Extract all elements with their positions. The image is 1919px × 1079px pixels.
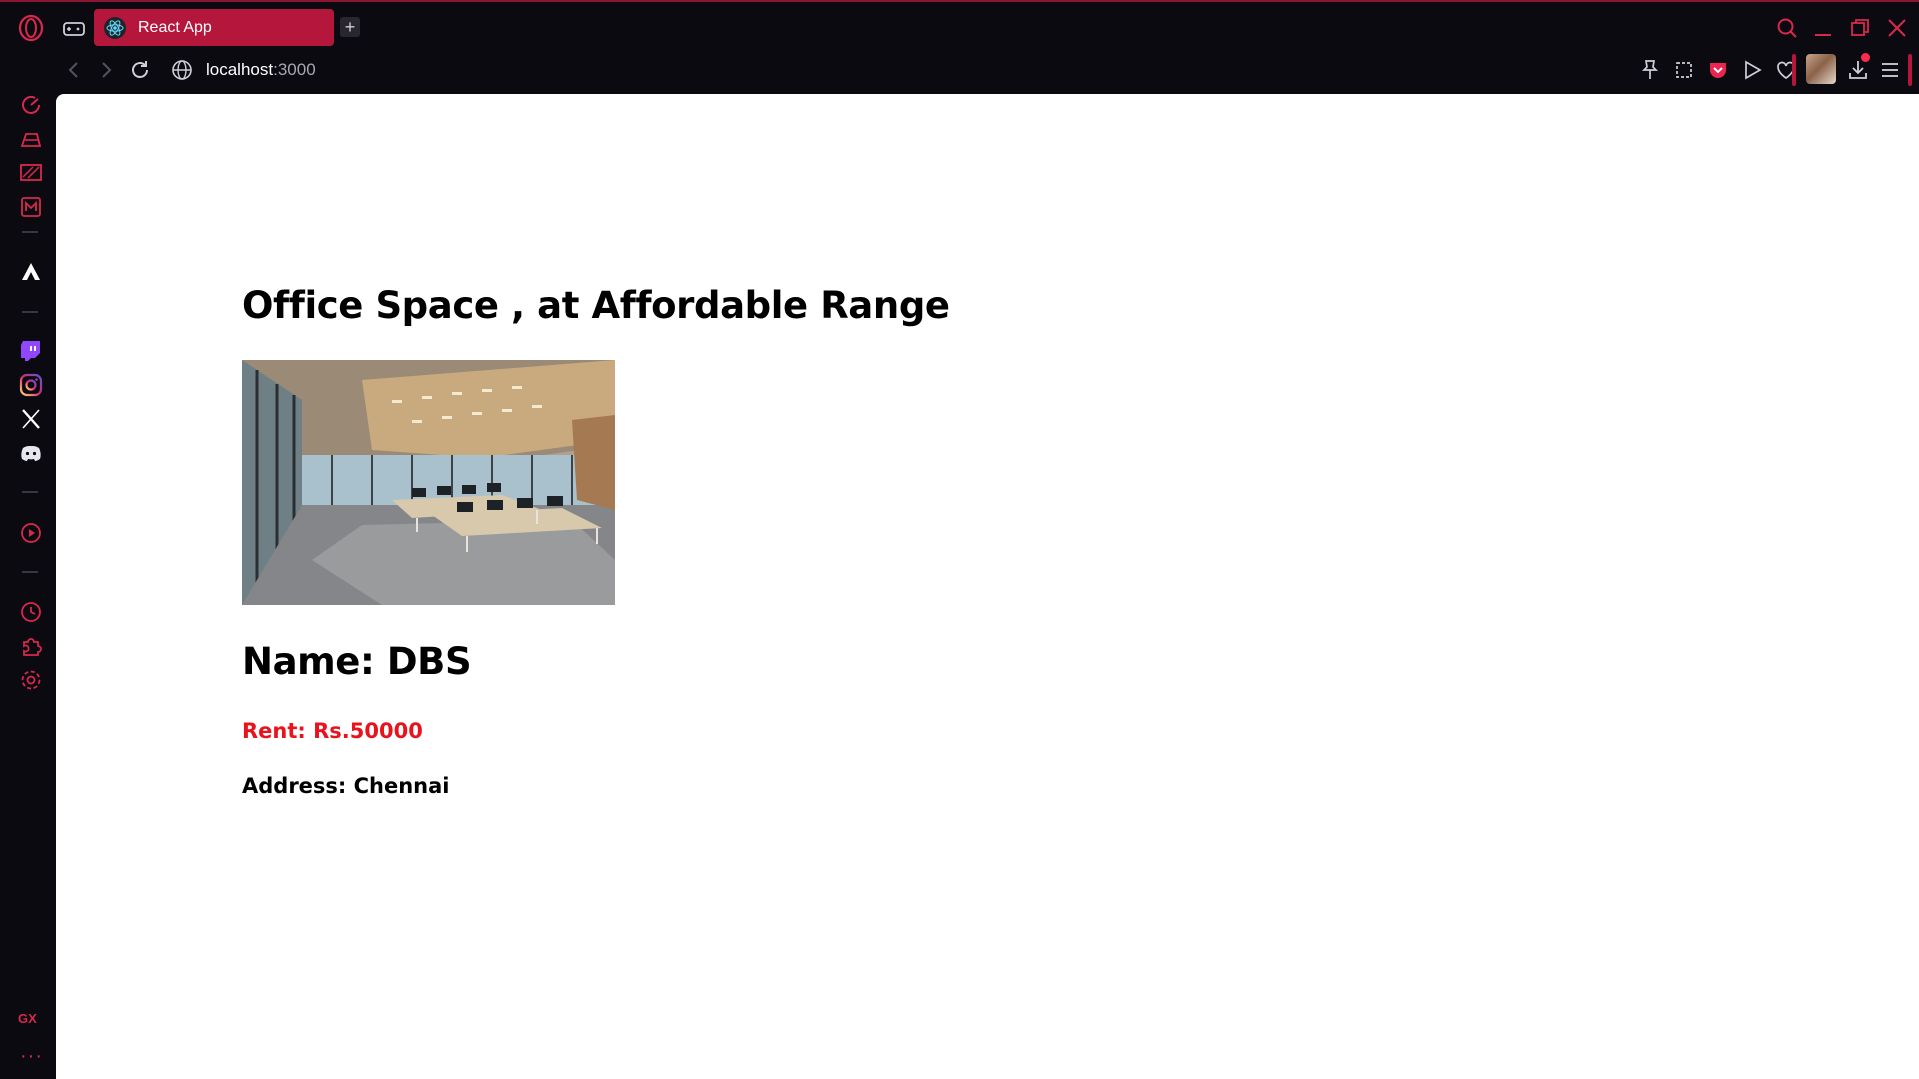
sidebar-separator <box>22 231 38 233</box>
minimize-icon[interactable] <box>1812 17 1834 39</box>
office-rent: Rent: Rs.50000 <box>242 719 423 743</box>
sidebar-separator <box>22 571 38 573</box>
avatar[interactable] <box>1806 54 1836 84</box>
tab-strip: React App + <box>0 0 1919 56</box>
address-bar: localhost:3000 <box>56 53 1919 94</box>
page-title: Office Space , at Affordable Range <box>242 284 950 327</box>
office-name: Name: DBS <box>242 640 472 683</box>
download-badge <box>1861 53 1870 62</box>
search-icon[interactable] <box>1776 17 1798 39</box>
sidebar-separator <box>22 491 38 493</box>
new-tab-button[interactable]: + <box>340 17 360 37</box>
close-icon[interactable] <box>1886 17 1908 39</box>
gx-corner-icon[interactable] <box>18 160 44 186</box>
url-field[interactable]: localhost:3000 <box>206 60 316 80</box>
back-icon[interactable] <box>62 58 86 82</box>
sidebar: GX ··· <box>0 94 56 1079</box>
url-port: :3000 <box>273 60 316 79</box>
globe-icon <box>172 60 192 80</box>
sidebar-separator <box>22 311 38 313</box>
mail-icon[interactable] <box>18 194 44 220</box>
reload-icon[interactable] <box>128 58 152 82</box>
extensions-icon[interactable] <box>18 633 44 659</box>
office-interior-image <box>242 360 615 605</box>
twitch-icon[interactable] <box>18 338 44 364</box>
tab-react-app[interactable]: React App <box>94 9 334 46</box>
snapshot-icon[interactable] <box>1672 58 1696 82</box>
settings-gear-icon[interactable] <box>18 667 44 693</box>
instagram-icon[interactable] <box>18 372 44 398</box>
office-address: Address: Chennai <box>242 774 450 798</box>
restore-icon[interactable] <box>1849 17 1871 39</box>
toolbar-separator <box>1792 54 1796 86</box>
gamepad-icon[interactable] <box>62 18 86 40</box>
aria-icon[interactable] <box>18 259 44 285</box>
pin-icon[interactable] <box>1638 58 1662 82</box>
browser-window: React App + localhost:3000 GX ··· Office… <box>0 0 1919 1079</box>
speed-dial-icon[interactable] <box>18 92 44 118</box>
easy-setup-icon[interactable] <box>1878 58 1902 82</box>
tab-title: React App <box>138 18 212 36</box>
discord-icon[interactable] <box>18 440 44 466</box>
x-twitter-icon[interactable] <box>18 406 44 432</box>
page-viewport: Office Space , at Affordable Range Name:… <box>56 94 1919 1079</box>
gx-label[interactable]: GX <box>18 1011 37 1026</box>
react-icon <box>104 16 126 39</box>
url-host: localhost <box>206 60 274 79</box>
history-icon[interactable] <box>18 599 44 625</box>
music-player-icon[interactable] <box>18 520 44 546</box>
sidebar-more-button[interactable]: ··· <box>20 1045 43 1068</box>
forward-icon[interactable] <box>94 58 118 82</box>
player-icon[interactable] <box>1740 58 1764 82</box>
toolbar-edge-accent <box>1908 54 1912 86</box>
pocket-icon[interactable] <box>1706 58 1730 82</box>
gx-control-icon[interactable] <box>18 126 44 152</box>
opera-gx-logo-icon[interactable] <box>17 14 45 42</box>
